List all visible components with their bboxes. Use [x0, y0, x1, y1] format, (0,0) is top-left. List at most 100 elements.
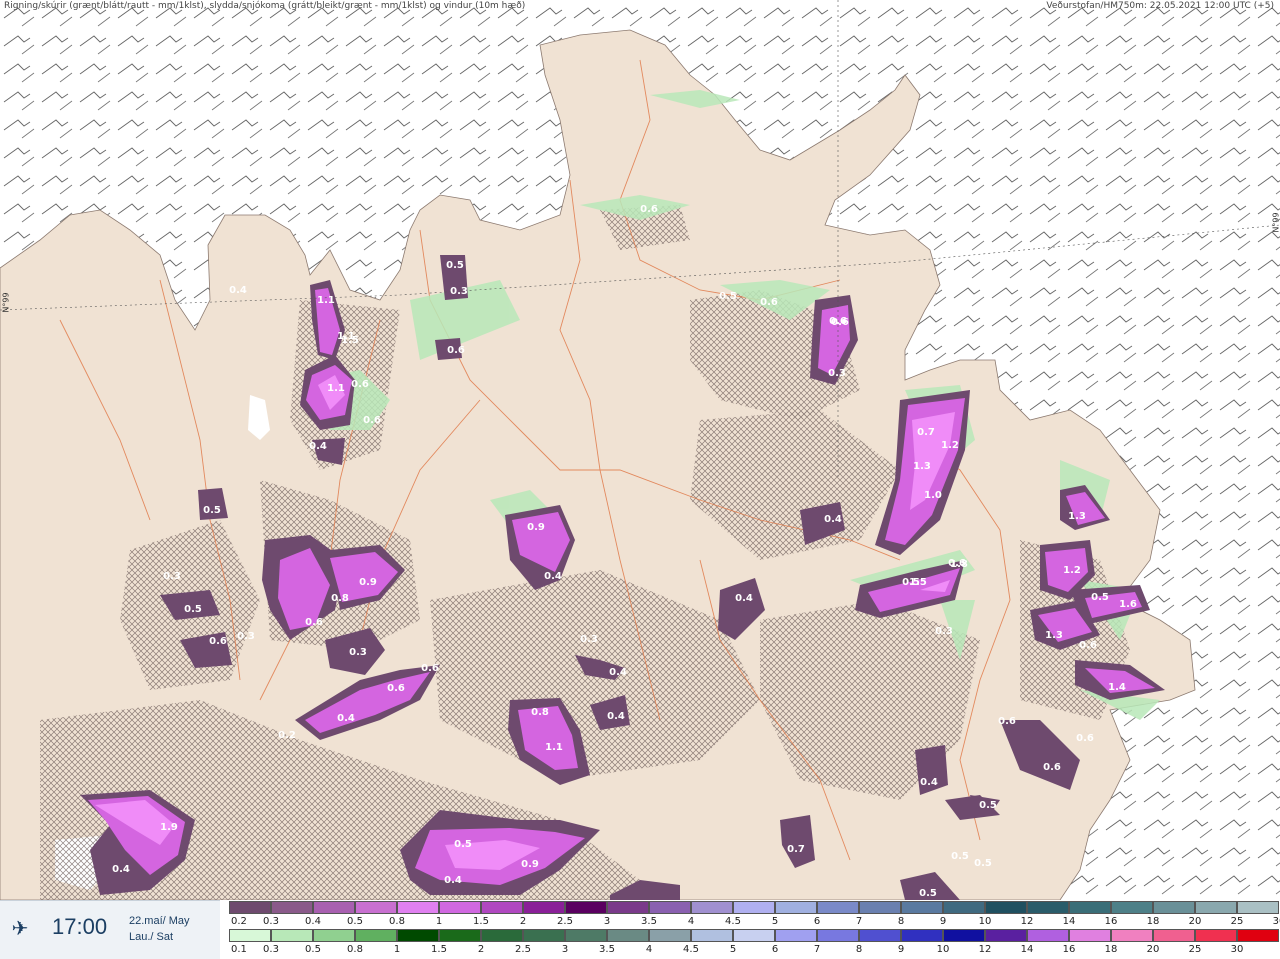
legend-swatch	[523, 901, 565, 914]
precip-value-label: 0.5	[1091, 592, 1109, 603]
legend-label: 16	[1062, 944, 1076, 955]
legend-swatch	[355, 929, 397, 942]
legend-label: 2	[519, 916, 527, 927]
legend-swatch	[1153, 929, 1195, 942]
precip-value-label: 0.5	[719, 291, 737, 302]
legend-label: 7	[813, 944, 821, 955]
legend-label: 9	[939, 916, 947, 927]
legend-swatch	[229, 929, 271, 942]
legend-swatch	[649, 901, 691, 914]
legend-label: 20	[1146, 944, 1160, 955]
legend-label: 10	[936, 944, 950, 955]
legend-label: 30	[1230, 944, 1244, 955]
precip-value-label: 0.5	[184, 604, 202, 615]
legend-swatch	[1069, 901, 1111, 914]
precip-value-label: 0.5	[951, 851, 969, 862]
precip-value-label: 1.1	[317, 295, 335, 306]
precip-value-label: 1.3	[913, 461, 931, 472]
legend-label: 4.5	[725, 916, 741, 927]
legend-swatch	[313, 901, 355, 914]
precip-value-label: 0.4	[229, 285, 247, 296]
precip-value-label: 0.9	[527, 522, 545, 533]
precip-value-label: 0.4	[609, 667, 627, 678]
legend-label: 14	[1062, 916, 1076, 927]
legend-swatch	[271, 929, 313, 942]
legend-swatch	[985, 901, 1027, 914]
legend-swatch	[607, 901, 649, 914]
precip-value-label: 0.4	[544, 571, 562, 582]
legend-label: 18	[1146, 916, 1160, 927]
legend-swatch	[775, 901, 817, 914]
legend-label: 1.5	[473, 916, 489, 927]
forecast-date: 22.maí/ May	[129, 915, 190, 927]
precip-value-label: 0.9	[521, 859, 539, 870]
legend-label: 6	[771, 944, 779, 955]
precip-value-label: 0.5	[974, 858, 992, 869]
precip-value-label: 0.5	[203, 505, 221, 516]
legend-label: 20	[1188, 916, 1202, 927]
legend-label: 2.5	[557, 916, 573, 927]
legend-label: 18	[1104, 944, 1118, 955]
legend-label: 7	[855, 916, 863, 927]
precip-value-label: 0.6	[387, 683, 405, 694]
legend-swatch	[943, 929, 985, 942]
legend-swatch	[901, 929, 943, 942]
precip-value-label: 1.4	[1108, 682, 1126, 693]
precip-value-label: 0.6	[829, 316, 847, 327]
precip-value-label: 0.9	[359, 577, 377, 588]
legend-swatch	[271, 901, 313, 914]
legend-swatch	[1111, 901, 1153, 914]
precip-value-label: 0.4	[444, 875, 462, 886]
precip-value-label: 0.6	[1079, 640, 1097, 651]
legend-swatch	[691, 929, 733, 942]
legend-label: 0.1	[231, 944, 247, 955]
legend-swatch	[355, 901, 397, 914]
precip-value-label: 0.6	[363, 415, 381, 426]
precip-value-label: 0.3	[450, 286, 468, 297]
legend-swatch	[817, 901, 859, 914]
legend-swatch	[229, 901, 271, 914]
legend-label: 4.5	[683, 944, 699, 955]
legend-swatch	[649, 929, 691, 942]
legend-swatch	[817, 929, 859, 942]
legend-swatch	[565, 901, 607, 914]
precip-value-label: 0.6	[209, 636, 227, 647]
legend-swatch	[481, 901, 523, 914]
legend-swatch	[397, 929, 439, 942]
precip-value-label: 0.3	[580, 634, 598, 645]
legend-swatch	[1027, 901, 1069, 914]
legend-label: 8	[855, 944, 863, 955]
precip-value-label: 0.5	[979, 800, 997, 811]
legend-label: 1.5	[431, 944, 447, 955]
precip-value-label: 0.4	[735, 593, 753, 604]
precip-value-label: 1.9	[160, 822, 178, 833]
airplane-icon: ✈	[11, 918, 29, 940]
legend-label: 9	[897, 944, 905, 955]
color-legend: 0.2 0.3 0.4 0.5 0.8 1 1.5 2 2.5 3 3.5 4 4.5 5 6 7 8 9 10 12…	[229, 901, 1280, 957]
legend-label: 4	[645, 944, 653, 955]
snow-legend-bar	[229, 901, 1279, 914]
legend-swatch	[1195, 929, 1237, 942]
precip-value-label: 0.6	[305, 617, 323, 628]
legend-label: 12	[978, 944, 992, 955]
precip-value-label: 0.6	[351, 379, 369, 390]
precip-value-label: 0.6	[1043, 762, 1061, 773]
legend-label: 30	[1272, 916, 1280, 927]
legend-label: 6	[813, 916, 821, 927]
legend-label: 3	[603, 916, 611, 927]
precip-value-label: 1.0	[924, 490, 942, 501]
precip-value-label: 0.4	[112, 864, 130, 875]
legend-label: 2.5	[515, 944, 531, 955]
precip-value-label: 0.8	[531, 707, 549, 718]
precip-value-label: 1.1	[337, 331, 355, 342]
precip-value-label: 0.3	[163, 571, 181, 582]
legend-label: 0.8	[389, 916, 405, 927]
precip-value-label: 1.1	[545, 742, 563, 753]
precip-value-label: 1.2	[941, 440, 959, 451]
legend-label: 0.4	[305, 916, 321, 927]
legend-label: 4	[687, 916, 695, 927]
forecast-time: 17:00	[52, 914, 108, 939]
legend-label: 1	[393, 944, 401, 955]
legend-label: 12	[1020, 916, 1034, 927]
legend-label: 0.3	[263, 944, 279, 955]
